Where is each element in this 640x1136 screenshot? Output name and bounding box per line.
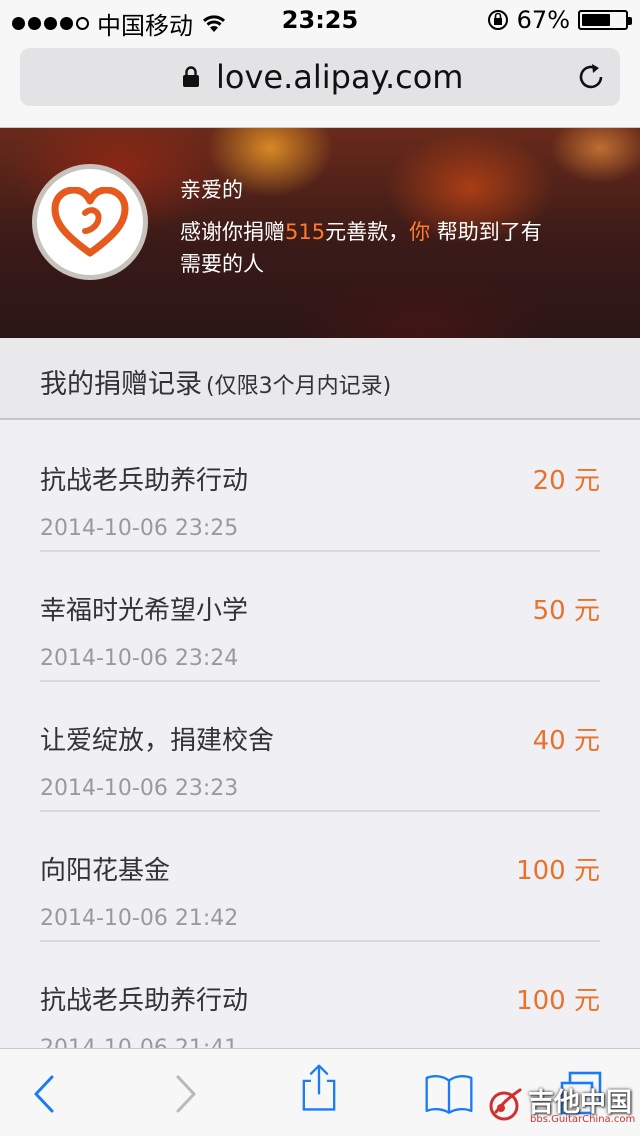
- section-note: (仅限3个月内记录): [206, 374, 392, 399]
- list-item[interactable]: 幸福时光希望小学 50 元 2014-10-06 23:24: [40, 552, 600, 682]
- bookmarks-icon[interactable]: [424, 1069, 474, 1119]
- section-title-text: 我的捐赠记录: [40, 369, 202, 400]
- url-text: love.alipay.com: [216, 58, 464, 96]
- address-bar[interactable]: love.alipay.com: [20, 48, 620, 106]
- list-item[interactable]: 抗战老兵助养行动 20 元 2014-10-06 23:25: [40, 422, 600, 552]
- donation-time: 2014-10-06 21:42: [40, 906, 239, 931]
- donation-time: 2014-10-06 21:41: [40, 1036, 238, 1048]
- list-item[interactable]: 抗战老兵助养行动 100 元 2014-10-06 21:41: [40, 942, 600, 1048]
- section-header: 我的捐赠记录 (仅限3个月内记录): [0, 338, 640, 420]
- hero-message: 感谢你捐赠515元善款，你 帮助到了有需要的人: [180, 216, 560, 280]
- donation-time: 2014-10-06 23:24: [40, 646, 239, 671]
- carrier-name: 中国移动: [97, 12, 193, 40]
- donation-name: 向阳花基金: [40, 856, 171, 886]
- hero-greeting: 亲爱的: [180, 178, 243, 202]
- donation-name: 抗战老兵助养行动: [40, 986, 249, 1016]
- heart-logo-icon: [51, 187, 129, 257]
- donation-list: 抗战老兵助养行动 20 元 2014-10-06 23:25 幸福时光希望小学 …: [0, 422, 640, 1048]
- back-icon[interactable]: [22, 1069, 72, 1119]
- browser-address-area: love.alipay.com: [0, 40, 640, 128]
- donation-name: 幸福时光希望小学: [40, 596, 249, 626]
- hero-msg-middle: 元善款，: [325, 220, 410, 244]
- donation-amount: 20 元: [532, 466, 600, 496]
- donation-total: 515: [285, 220, 326, 244]
- donation-amount: 40 元: [532, 726, 600, 756]
- hero-msg-prefix: 感谢你捐赠: [180, 220, 285, 244]
- watermark-logo-icon: [489, 1088, 522, 1121]
- signal-strength-icon: [12, 17, 89, 30]
- list-item[interactable]: 让爱绽放，捐建校舍 40 元 2014-10-06 23:23: [40, 682, 600, 812]
- donation-time: 2014-10-06 23:25: [40, 516, 239, 541]
- watermark-sub: bbs.GuitarChina.com: [530, 1114, 636, 1125]
- share-icon[interactable]: [294, 1063, 344, 1113]
- forward-icon[interactable]: [158, 1069, 208, 1119]
- hero-banner: 亲爱的 感谢你捐赠515元善款，你 帮助到了有需要的人: [0, 128, 640, 338]
- status-right: 67%: [487, 6, 632, 34]
- donation-name: 抗战老兵助养行动: [40, 466, 249, 496]
- list-item[interactable]: 向阳花基金 100 元 2014-10-06 21:42: [40, 812, 600, 942]
- donation-name: 让爱绽放，捐建校舍: [40, 726, 275, 756]
- battery-percent: 67%: [516, 6, 570, 34]
- avatar: [32, 164, 148, 280]
- hero-you: 你: [409, 220, 431, 244]
- watermark: 吉他中国 bbs.GuitarChina.com: [486, 1080, 636, 1130]
- rotation-lock-icon: [487, 10, 508, 30]
- wifi-icon: [203, 14, 225, 32]
- reload-icon[interactable]: [576, 62, 606, 92]
- lock-icon: [183, 66, 199, 87]
- section-title: 我的捐赠记录 (仅限3个月内记录): [40, 362, 391, 401]
- donation-amount: 50 元: [532, 596, 600, 626]
- status-left: 中国移动: [12, 6, 225, 41]
- donation-amount: 100 元: [516, 856, 600, 886]
- donation-amount: 100 元: [516, 986, 600, 1016]
- battery-icon: [578, 10, 632, 30]
- donation-time: 2014-10-06 23:23: [40, 776, 239, 801]
- status-bar: 中国移动 23:25 67%: [0, 0, 640, 40]
